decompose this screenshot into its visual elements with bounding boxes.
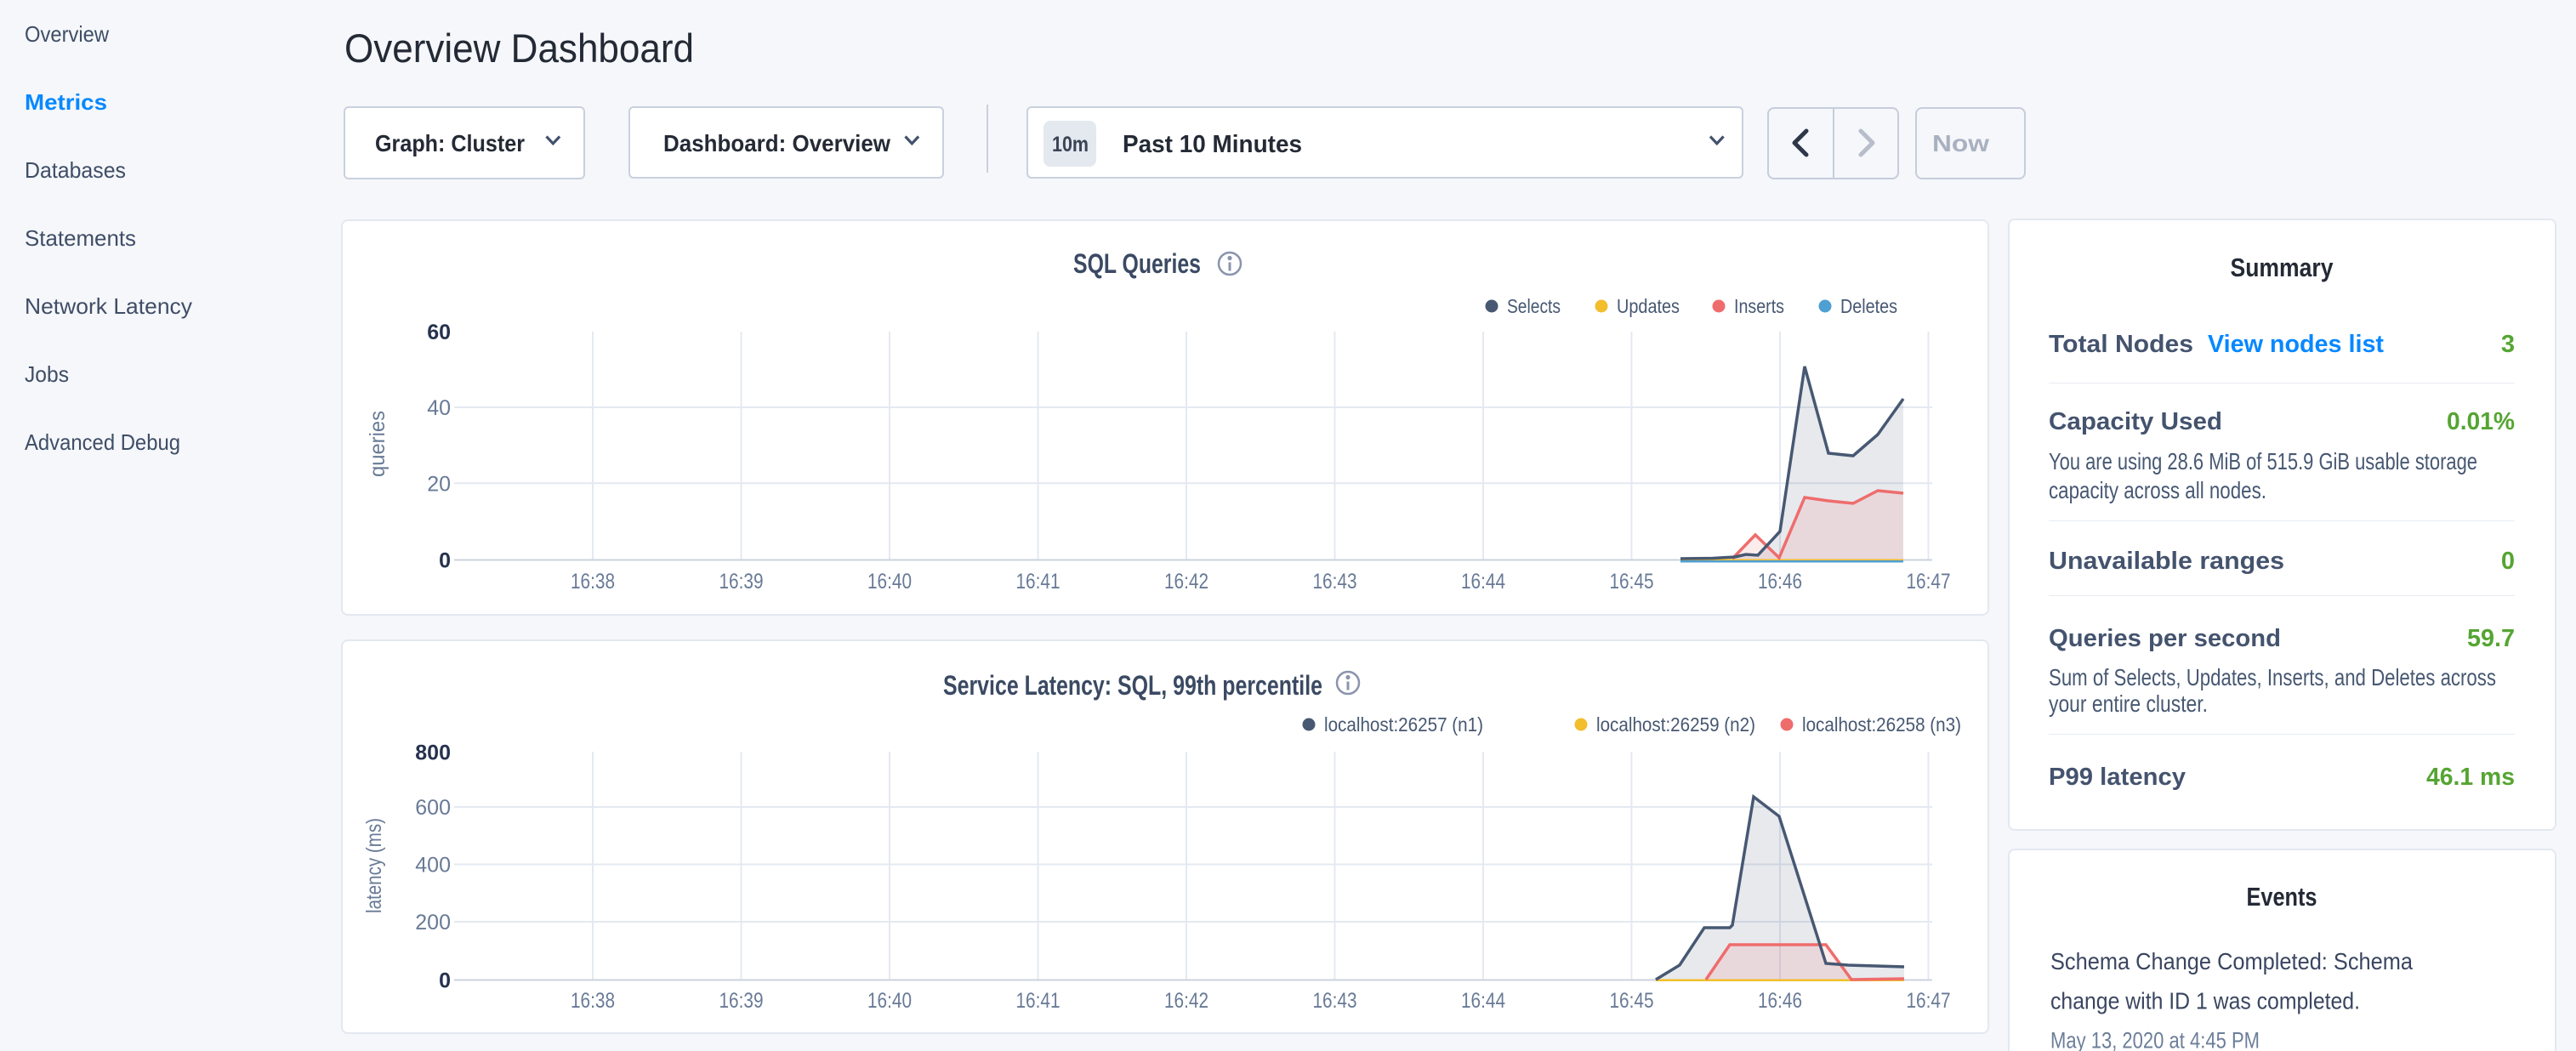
svg-text:3: 3 <box>2501 331 2515 358</box>
svg-text:16:38: 16:38 <box>571 570 615 594</box>
svg-text:16:42: 16:42 <box>1164 570 1208 594</box>
svg-text:change with ID 1 was completed: change with ID 1 was completed. <box>2050 988 2360 1014</box>
svg-text:capacity across all nodes.: capacity across all nodes. <box>2049 477 2266 503</box>
svg-text:latency (ms): latency (ms) <box>362 818 386 913</box>
svg-text:your entire cluster.: your entire cluster. <box>2049 690 2208 717</box>
svg-text:Databases: Databases <box>25 157 126 183</box>
svg-text:Advanced Debug: Advanced Debug <box>25 429 180 455</box>
svg-text:0: 0 <box>439 969 451 993</box>
svg-text:Updates: Updates <box>1617 295 1680 317</box>
svg-text:Graph: Cluster: Graph: Cluster <box>375 130 525 156</box>
svg-text:16:47: 16:47 <box>1907 570 1951 594</box>
svg-text:16:39: 16:39 <box>719 570 764 594</box>
svg-text:60: 60 <box>427 321 451 344</box>
svg-text:16:43: 16:43 <box>1313 570 1357 594</box>
svg-text:Selects: Selects <box>1507 295 1561 317</box>
svg-text:Queries per second: Queries per second <box>2049 625 2281 652</box>
svg-text:16:42: 16:42 <box>1164 989 1208 1013</box>
svg-text:May 13, 2020 at 4:45 PM: May 13, 2020 at 4:45 PM <box>2050 1028 2260 1051</box>
svg-text:16:40: 16:40 <box>867 570 912 594</box>
svg-text:16:40: 16:40 <box>867 989 912 1013</box>
svg-text:Network Latency: Network Latency <box>25 293 192 319</box>
svg-text:600: 600 <box>415 796 451 820</box>
svg-text:localhost:26258 (n3): localhost:26258 (n3) <box>1802 713 1961 736</box>
svg-text:16:45: 16:45 <box>1610 989 1654 1013</box>
svg-text:Statements: Statements <box>25 225 136 251</box>
svg-text:400: 400 <box>415 854 451 878</box>
svg-text:40: 40 <box>427 396 451 420</box>
svg-text:16:45: 16:45 <box>1610 570 1654 594</box>
svg-text:Dashboard: Overview: Dashboard: Overview <box>663 130 890 156</box>
svg-text:Overview: Overview <box>25 21 109 47</box>
svg-text:SQL Queries: SQL Queries <box>1073 248 1201 279</box>
svg-text:Overview Dashboard: Overview Dashboard <box>344 26 694 71</box>
svg-text:16:46: 16:46 <box>1758 989 1802 1013</box>
svg-text:16:38: 16:38 <box>571 989 615 1013</box>
svg-text:Now: Now <box>1932 130 1989 156</box>
svg-text:59.7: 59.7 <box>2467 625 2515 652</box>
svg-text:localhost:26259 (n2): localhost:26259 (n2) <box>1596 713 1755 736</box>
svg-text:Unavailable ranges: Unavailable ranges <box>2049 548 2284 575</box>
svg-text:20: 20 <box>427 472 451 496</box>
svg-text:Schema Change Completed: Schem: Schema Change Completed: Schema <box>2050 948 2413 974</box>
svg-text:Jobs: Jobs <box>25 361 69 387</box>
svg-text:Summary: Summary <box>2231 253 2334 282</box>
svg-text:P99 latency: P99 latency <box>2049 764 2186 791</box>
svg-text:16:44: 16:44 <box>1461 989 1505 1013</box>
svg-text:16:41: 16:41 <box>1016 570 1061 594</box>
svg-text:View nodes list: View nodes list <box>2208 331 2384 358</box>
svg-text:0.01%: 0.01% <box>2447 408 2515 435</box>
svg-text:queries: queries <box>366 411 390 477</box>
svg-text:200: 200 <box>415 911 451 935</box>
svg-text:Total Nodes: Total Nodes <box>2049 331 2193 358</box>
svg-text:Service Latency: SQL, 99th per: Service Latency: SQL, 99th percentile <box>943 670 1322 701</box>
svg-text:16:44: 16:44 <box>1461 570 1505 594</box>
svg-text:10m: 10m <box>1052 133 1089 156</box>
svg-text:localhost:26257 (n1): localhost:26257 (n1) <box>1324 713 1483 736</box>
svg-text:0: 0 <box>439 549 451 573</box>
svg-text:Capacity Used: Capacity Used <box>2049 408 2222 435</box>
svg-text:16:47: 16:47 <box>1907 989 1951 1013</box>
svg-text:16:46: 16:46 <box>1758 570 1802 594</box>
svg-text:0: 0 <box>2501 548 2515 575</box>
svg-text:46.1 ms: 46.1 ms <box>2426 764 2515 791</box>
svg-text:Deletes: Deletes <box>1840 295 1897 317</box>
svg-text:800: 800 <box>415 741 451 765</box>
svg-text:You are using 28.6 MiB of 515.: You are using 28.6 MiB of 515.9 GiB usab… <box>2049 448 2477 474</box>
svg-text:Sum of Selects, Updates, Inser: Sum of Selects, Updates, Inserts, and De… <box>2049 664 2496 690</box>
svg-text:Inserts: Inserts <box>1734 295 1784 317</box>
svg-text:Past 10 Minutes: Past 10 Minutes <box>1123 131 1302 158</box>
svg-text:16:39: 16:39 <box>719 989 764 1013</box>
svg-text:Events: Events <box>2247 882 2317 912</box>
svg-text:16:41: 16:41 <box>1016 989 1061 1013</box>
svg-text:16:43: 16:43 <box>1313 989 1357 1013</box>
svg-text:Metrics: Metrics <box>25 89 107 115</box>
